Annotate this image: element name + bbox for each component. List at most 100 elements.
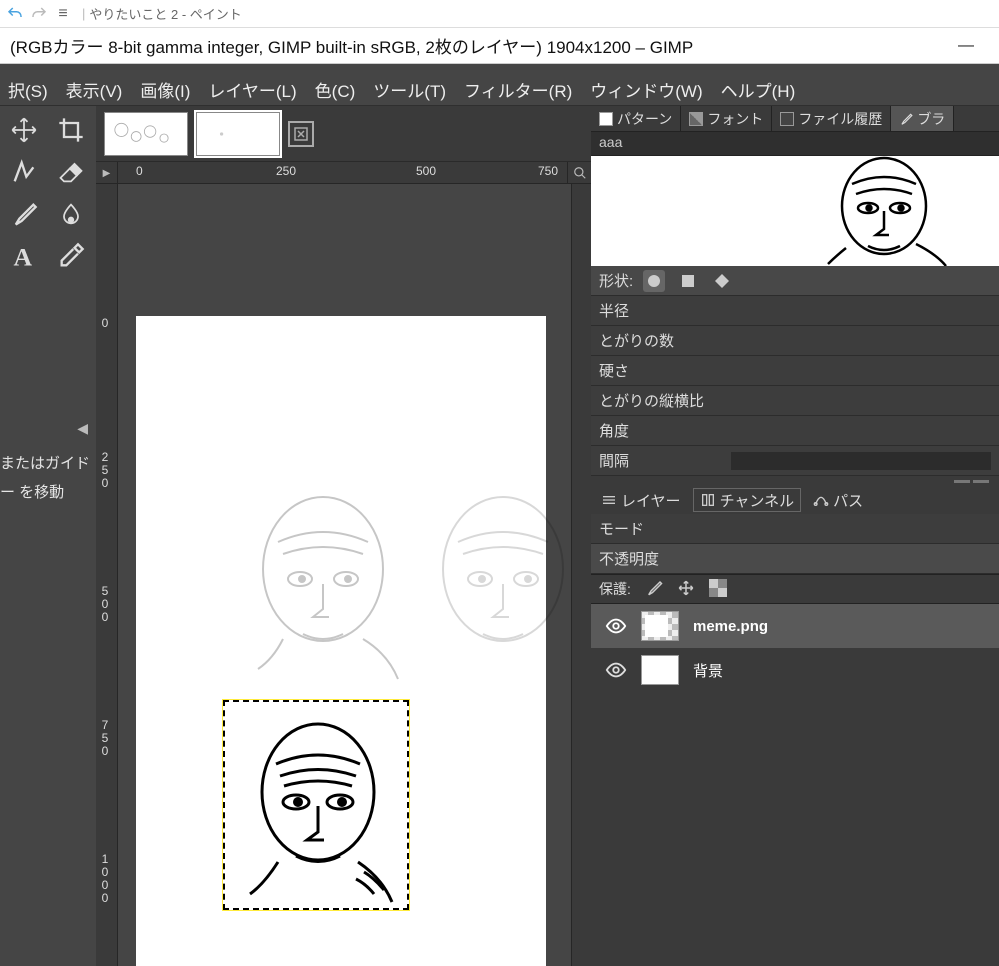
minimize-button[interactable]: — — [943, 28, 989, 63]
layer-row[interactable]: meme.png — [591, 604, 999, 648]
layer-visibility-icon[interactable] — [605, 659, 627, 681]
svg-text:A: A — [14, 242, 33, 270]
left-panel: A ◀ またはガイド ー を移動 — [0, 106, 96, 966]
prop-label: 角度 — [599, 420, 629, 441]
menu-filters[interactable]: フィルター(R) — [464, 77, 572, 102]
canvas[interactable] — [118, 184, 571, 966]
brush-spikes-row[interactable]: とがりの数 — [591, 326, 999, 356]
tab-pattern[interactable]: パターン — [591, 106, 681, 131]
tab-label: パス — [833, 490, 863, 511]
collapse-icon[interactable]: ◀ — [0, 420, 96, 444]
lasso-tool[interactable] — [6, 156, 42, 188]
tab-history[interactable]: ファイル履歴 — [772, 106, 891, 131]
brush-hardness-row[interactable]: 硬さ — [591, 356, 999, 386]
separator: | — [82, 6, 85, 21]
layer-row[interactable]: 背景 — [591, 648, 999, 692]
canvas-drawing — [238, 484, 408, 684]
image-tab-1[interactable] — [104, 112, 188, 156]
tab-label: レイヤー — [621, 490, 681, 511]
brush-radius-row[interactable]: 半径 — [591, 296, 999, 326]
h-ruler-tick: 0 — [136, 164, 143, 178]
shape-label: 形状: — [599, 270, 633, 291]
layer-list: meme.png 背景 — [591, 604, 999, 966]
tab-label: ブラ — [917, 109, 945, 129]
gimp-title-text: (RGBカラー 8-bit gamma integer, GIMP built-… — [10, 33, 693, 58]
brush-name-field[interactable]: aaa — [591, 132, 999, 156]
v-ruler-tick: 750 — [98, 718, 112, 757]
qat-dropdown-icon[interactable]: ≡ — [54, 5, 72, 23]
shape-square-icon[interactable] — [677, 270, 699, 292]
brush-spacing-row[interactable]: 間隔 — [591, 446, 999, 476]
protect-move-icon[interactable] — [677, 579, 695, 600]
zoom-icon[interactable] — [567, 162, 591, 184]
brush-aspect-row[interactable]: とがりの縦横比 — [591, 386, 999, 416]
menu-colors[interactable]: 色(C) — [315, 77, 356, 102]
ruler-origin-icon[interactable]: ▶ — [96, 162, 118, 184]
h-ruler-tick: 750 — [538, 164, 558, 178]
vertical-scrollbar[interactable] — [571, 184, 591, 966]
shape-circle-icon[interactable] — [643, 270, 665, 292]
menu-help[interactable]: ヘルプ(H) — [721, 77, 796, 102]
v-ruler-tick: 250 — [98, 450, 112, 489]
menu-tools[interactable]: ツール(T) — [373, 77, 446, 102]
crop-tool[interactable] — [53, 114, 89, 146]
tab-brush[interactable]: ブラ — [891, 106, 954, 131]
tab-channels[interactable]: チャンネル — [693, 488, 802, 512]
menu-layer[interactable]: レイヤー(L) — [208, 77, 296, 102]
canvas-panel: ▶ 0 250 500 750 0 250 500 750 1000 — [96, 106, 591, 966]
right-dock: パターン フォント ファイル履歴 ブラ aaa 形状: 半径 とがりの数 硬さ … — [591, 106, 999, 966]
layer-thumbnail[interactable] — [641, 611, 679, 641]
h-ruler-tick: 500 — [416, 164, 436, 178]
layer-name[interactable]: 背景 — [693, 660, 723, 681]
brush-preview — [591, 156, 999, 266]
text-tool[interactable]: A — [6, 240, 42, 272]
canvas-drawing — [418, 484, 571, 684]
tool-option-hint-2: ー を移動 — [0, 473, 96, 502]
move-tool[interactable] — [6, 114, 42, 146]
gimp-titlebar: (RGBカラー 8-bit gamma integer, GIMP built-… — [0, 28, 999, 64]
prop-label: とがりの縦横比 — [599, 390, 704, 411]
tab-font[interactable]: フォント — [681, 106, 772, 131]
menubar: 択(S) 表示(V) 画像(I) レイヤー(L) 色(C) ツール(T) フィル… — [0, 74, 999, 106]
shape-diamond-icon[interactable] — [711, 270, 733, 292]
layer-mode-row[interactable]: モード — [591, 514, 999, 544]
layer-visibility-icon[interactable] — [605, 615, 627, 637]
tab-layers[interactable]: レイヤー — [595, 488, 687, 512]
eraser-tool[interactable] — [53, 156, 89, 188]
smudge-tool[interactable] — [53, 198, 89, 230]
protect-brush-icon[interactable] — [645, 579, 663, 600]
protect-label: 保護: — [599, 579, 631, 599]
image-tab-2[interactable] — [196, 112, 280, 156]
brush-angle-row[interactable]: 角度 — [591, 416, 999, 446]
color-picker-tool[interactable] — [53, 240, 89, 272]
brush-shape-row: 形状: — [591, 266, 999, 296]
menu-windows[interactable]: ウィンドウ(W) — [590, 77, 702, 102]
dock-grip[interactable] — [591, 476, 999, 486]
layer-name[interactable]: meme.png — [693, 618, 768, 635]
close-tab-button[interactable] — [288, 121, 314, 147]
dock-tabs-bottom: レイヤー チャンネル パス — [591, 486, 999, 514]
v-ruler-tick: 0 — [98, 316, 112, 329]
vertical-ruler: 0 250 500 750 1000 — [96, 184, 118, 966]
h-ruler-tick: 250 — [276, 164, 296, 178]
prop-label: 間隔 — [599, 450, 629, 471]
undo-icon[interactable] — [6, 5, 24, 23]
layer-protect-row: 保護: — [591, 574, 999, 604]
layer-thumbnail[interactable] — [641, 655, 679, 685]
protect-alpha-icon[interactable] — [709, 579, 727, 600]
menu-select[interactable]: 択(S) — [8, 77, 48, 102]
tab-label: パターン — [617, 109, 672, 129]
prop-label: とがりの数 — [599, 330, 674, 351]
redo-icon[interactable] — [30, 5, 48, 23]
v-ruler-tick: 500 — [98, 584, 112, 623]
menu-view[interactable]: 表示(V) — [66, 77, 123, 102]
tab-paths[interactable]: パス — [807, 488, 869, 512]
mode-label: モード — [599, 518, 644, 539]
paintbrush-tool[interactable] — [6, 198, 42, 230]
v-ruler-tick: 1000 — [98, 852, 112, 904]
prop-label: 硬さ — [599, 360, 629, 381]
menu-image[interactable]: 画像(I) — [140, 77, 190, 102]
tab-label: ファイル履歴 — [798, 109, 882, 129]
layer-opacity-row[interactable]: 不透明度 — [591, 544, 999, 574]
tab-label: チャンネル — [720, 490, 795, 511]
